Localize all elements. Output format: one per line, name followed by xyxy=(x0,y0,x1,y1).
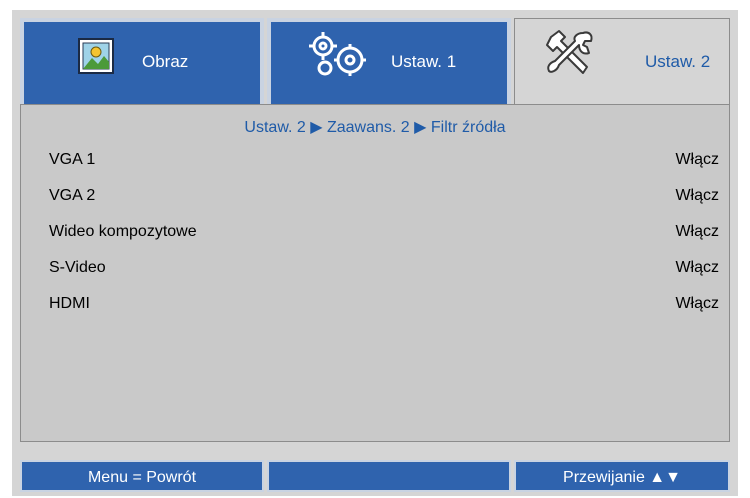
tab-label: Obraz xyxy=(142,52,189,71)
scroll-hint-button[interactable]: Przewijanie ▲▼ xyxy=(514,460,730,492)
setting-row-composite[interactable]: Wideo kompozytowe Włącz xyxy=(49,223,719,249)
osd-menu: Obraz Ustaw. 1 Ustaw. 2 Ustaw. 2 ▶ Zaawa… xyxy=(12,10,738,496)
tab-label: Ustaw. 1 xyxy=(391,52,457,71)
settings-panel: Ustaw. 2 ▶ Zaawans. 2 ▶ Filtr źródła VGA… xyxy=(20,104,730,442)
setting-value[interactable]: Włącz xyxy=(675,295,719,313)
setting-label: VGA 2 xyxy=(49,187,96,204)
tools-icon xyxy=(543,27,597,86)
setting-label: S-Video xyxy=(49,259,106,276)
tab-ustaw-2[interactable]: Ustaw. 2 xyxy=(514,18,730,104)
tab-ustaw-1[interactable]: Ustaw. 1 xyxy=(267,18,511,104)
tab-obraz[interactable]: Obraz xyxy=(20,18,264,104)
setting-label: VGA 1 xyxy=(49,151,96,168)
back-hint-button[interactable]: Menu = Powrót xyxy=(20,460,264,492)
setting-value[interactable]: Włącz xyxy=(675,223,719,241)
setting-row-vga2[interactable]: VGA 2 Włącz xyxy=(49,187,719,213)
gears-icon xyxy=(305,28,375,85)
setting-label: Wideo kompozytowe xyxy=(49,223,197,240)
setting-row-svideo[interactable]: S-Video Włącz xyxy=(49,259,719,285)
setting-value[interactable]: Włącz xyxy=(675,187,719,205)
breadcrumb: Ustaw. 2 ▶ Zaawans. 2 ▶ Filtr źródła xyxy=(244,119,506,136)
setting-value[interactable]: Włącz xyxy=(675,259,719,277)
setting-row-hdmi[interactable]: HDMI Włącz xyxy=(49,295,719,321)
picture-icon xyxy=(78,38,114,79)
footer-middle xyxy=(267,460,511,492)
setting-label: HDMI xyxy=(49,295,90,312)
setting-row-vga1[interactable]: VGA 1 Włącz xyxy=(49,151,719,177)
setting-value[interactable]: Włącz xyxy=(675,151,719,169)
tab-label: Ustaw. 2 xyxy=(645,52,711,71)
